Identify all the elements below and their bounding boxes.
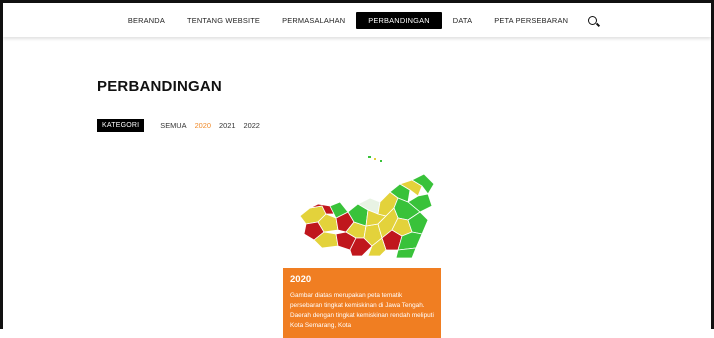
map-island bbox=[374, 158, 376, 160]
nav-perbandingan[interactable]: PERBANDINGAN bbox=[356, 11, 442, 29]
filter-2020[interactable]: 2020 bbox=[195, 121, 211, 130]
card-description: Gambar diatas merupakan peta tematik per… bbox=[290, 292, 434, 329]
map-island bbox=[380, 160, 382, 162]
poverty-thematic-map bbox=[299, 156, 435, 259]
nav-tentang-website[interactable]: TENTANG WEBSITE bbox=[176, 12, 271, 29]
category-button[interactable]: KATEGORI bbox=[97, 119, 145, 132]
nav-data[interactable]: DATA bbox=[442, 12, 483, 29]
nav-peta-persebaran[interactable]: PETA PERSEBARAN bbox=[483, 12, 579, 29]
page-title: PERBANDINGAN bbox=[97, 78, 222, 95]
card-year: 2020 bbox=[290, 274, 312, 285]
nav-permasalahan[interactable]: PERMASALAHAN bbox=[271, 12, 356, 29]
map-island bbox=[368, 156, 371, 158]
filter-2022[interactable]: 2022 bbox=[243, 121, 259, 130]
search-icon[interactable] bbox=[588, 15, 598, 25]
map-region bbox=[395, 247, 417, 259]
nav-beranda[interactable]: BERANDA bbox=[117, 12, 176, 29]
year-info-card: 2020 Gambar diatas merupakan peta temati… bbox=[283, 268, 441, 338]
main-nav: BERANDA TENTANG WEBSITE PERMASALAHAN PER… bbox=[117, 11, 598, 29]
filter-semua[interactable]: SEMUA bbox=[160, 121, 186, 130]
filter-bar: KATEGORI SEMUA 2020 2021 2022 bbox=[97, 119, 260, 132]
filter-2021[interactable]: 2021 bbox=[219, 121, 235, 130]
top-navbar: BERANDA TENTANG WEBSITE PERMASALAHAN PER… bbox=[3, 3, 711, 37]
